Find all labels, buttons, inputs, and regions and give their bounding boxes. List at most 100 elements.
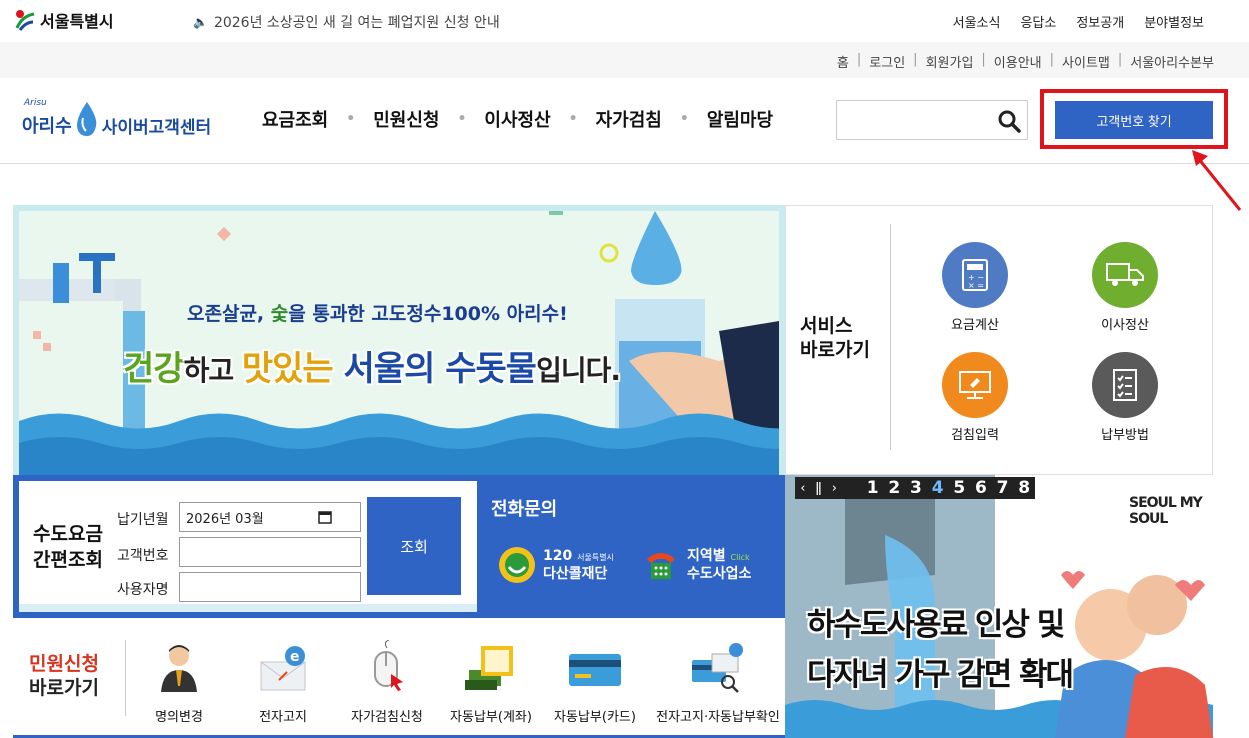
slider-controls: ‹ ǁ › 1 2 3 4 5 6 7 8 [795,477,1035,499]
slide-1[interactable]: 1 [862,478,884,498]
phone-title: 전화문의 [491,499,558,520]
utility-links: 홈 | 로그인 | 회원가입 | 이용안내 | 사이트맵 | 서울아리수본부 [836,52,1214,71]
truck-icon [1092,242,1158,308]
civil-label: 자동납부(카드) [554,710,636,725]
nav-self-reading[interactable]: 자가검침 [596,106,662,132]
slide-5[interactable]: 5 [948,478,970,498]
service-fee-calc[interactable]: + − × = 요금계산 [925,242,1025,333]
find-customer-number-button[interactable]: 고객번호 찾기 [1055,101,1213,139]
main-banner[interactable]: 오존살균, 숯을 통과한 고도정수100% 아리수! 건강하고 맛있는 서울의 … [13,205,785,475]
seoul-logo-icon [15,10,35,31]
phone-inquiry: 전화문의 120 서울특별시 다산콜재단 지역별 Click 수도사업소 [477,475,785,618]
notice-text[interactable]: 2026년 소상공인 새 길 여는 폐업지원 신청 안내 [214,12,500,32]
nav-notice-board[interactable]: 알림마당 [707,106,773,132]
slider-next-icon[interactable]: › [826,481,842,496]
promo-banner[interactable]: ‹ ǁ › 1 2 3 4 5 6 7 8 SEOUL MY SOUL 하수도사… [785,475,1213,738]
service-label: 이사정산 [1101,318,1149,333]
civil-e-notice-autopay-check[interactable]: 전자고지·자동납부확인 [653,640,783,725]
civil-request-shortcuts: 민원신청 바로가기 명의변경 e 전자고지 자가검침신청 자동납부(계좌) 자동… [13,618,785,738]
monitor-icon [942,352,1008,418]
regional-office-name: 수도사업소 [687,566,752,582]
util-link-home[interactable]: 홈 [837,52,849,71]
arisu-logo-center: 사이버고객센터 [101,118,212,138]
banner-main-part3: 맛있는 [241,349,334,389]
slide-3[interactable]: 3 [905,478,927,498]
arisu-logo-small: Arisu [24,98,47,108]
util-link-arisu-hq[interactable]: 서울아리수본부 [1130,52,1214,71]
dasan-number: 120 [543,548,573,564]
util-link-signup[interactable]: 회원가입 [926,52,974,71]
civil-label: 전자고지 [259,710,307,725]
nav-fee-inquiry[interactable]: 요금조회 [262,106,328,132]
util-link-guide[interactable]: 이용안내 [994,52,1042,71]
service-label: 납부방법 [1101,428,1149,443]
banner-main-part1: 건강 [123,349,185,389]
banner-subtitle-part3: 을 통과한 고도정수100% 아리수 [288,303,560,325]
slide-7[interactable]: 7 [992,478,1014,498]
arisu-logo[interactable]: Arisu 아리수 사이버고객센터 [22,92,211,138]
banner-main-text: 건강하고 맛있는 서울의 수돗물입니다. [123,341,621,390]
slide-2[interactable]: 2 [884,478,906,498]
utility-bar: 홈 | 로그인 | 회원가입 | 이용안내 | 사이트맵 | 서울아리수본부 [0,42,1249,78]
service-shortcuts: 서비스 바로가기 + − × = 요금계산 이사정산 검침입력 납부방법 [785,205,1213,475]
due-month-field[interactable]: 2026년 03월 [179,502,361,532]
regional-label: 지역별 [687,548,726,564]
slider-prev-icon[interactable]: ‹ [795,481,811,496]
civil-name-change[interactable]: 명의변경 [123,640,235,725]
regional-click-label: Click [730,553,750,562]
credit-card-icon [569,654,621,686]
search-icon[interactable] [997,109,1021,133]
due-month-label: 납기년월 [117,512,169,528]
util-link-sitemap[interactable]: 사이트맵 [1062,52,1110,71]
quick-fee-lookup: 수도요금 간편조회 납기년월 2026년 03월 고객번호 사용자명 조회 [13,475,477,618]
civil-label: 전자고지·자동납부확인 [656,710,780,725]
util-link-login[interactable]: 로그인 [869,52,905,71]
phone-regional-office[interactable]: 지역별 Click 수도사업소 [641,545,751,585]
banner-subtitle-part2: 숯 [270,303,289,325]
search-box [836,100,1028,140]
nav-move-settlement[interactable]: 이사정산 [484,106,550,132]
service-payment-method[interactable]: 납부방법 [1075,352,1175,443]
site-header: Arisu 아리수 사이버고객센터 요금조회 • 민원신청 • 이사정산 • 자가검침… [0,78,1249,164]
customer-number-field[interactable] [179,537,361,567]
services-title: 서비스 바로가기 [800,315,870,361]
lookup-submit-button[interactable]: 조회 [367,497,461,595]
user-name-label: 사용자명 [117,582,169,598]
search-input[interactable] [837,101,987,139]
find-customer-highlight: 고객번호 찾기 [1040,89,1228,149]
civil-label: 자동납부(계좌) [450,710,532,725]
civil-autopay-card[interactable]: 자동납부(카드) [539,640,651,725]
banner-main-part4 [333,349,344,389]
civil-label: 명의변경 [155,710,203,725]
seoul-city-logo[interactable]: 서울특별시 [14,8,114,32]
top-link-field-info[interactable]: 분야별정보 [1144,12,1204,31]
slide-8[interactable]: 8 [1013,478,1035,498]
service-reading-input[interactable]: 검침입력 [925,352,1025,443]
person-tie-icon [161,645,197,692]
notice-ticker[interactable]: 🔈 2026년 소상공인 새 길 여는 폐업지원 신청 안내 [193,12,500,32]
civil-e-notice[interactable]: e 전자고지 [227,640,339,725]
water-drop-icon [76,102,96,136]
slide-4-active[interactable]: 4 [927,478,949,498]
user-name-field[interactable] [179,572,361,602]
slider-pause-icon[interactable]: ǁ [811,481,827,496]
mouse-icon [374,639,403,691]
top-link-eungdapso[interactable]: 응답소 [1020,12,1056,31]
civil-autopay-account[interactable]: 자동납부(계좌) [435,640,547,725]
slide-6[interactable]: 6 [970,478,992,498]
civil-title: 민원신청 바로가기 [29,653,99,699]
service-move-settle[interactable]: 이사정산 [1075,242,1175,333]
telephone-icon [647,553,675,579]
top-link-seoul-news[interactable]: 서울소식 [953,12,1001,31]
banner-subtitle-part4: ! [559,303,568,325]
nav-civil-request[interactable]: 민원신청 [373,106,439,132]
banner-subtitle: 오존살균, 숯을 통과한 고도정수100% 아리수! [187,299,568,326]
civil-self-reading-request[interactable]: 자가검침신청 [331,639,443,725]
lookup-title: 수도요금 간편조회 [33,523,103,571]
top-links: 서울소식 응답소 정보공개 분야별정보 [953,12,1204,31]
calendar-icon[interactable] [318,510,332,524]
top-link-info-disclosure[interactable]: 정보공개 [1076,12,1124,31]
phone-120-dasan[interactable]: 120 서울특별시 다산콜재단 [497,545,614,585]
seoul-logo-text: 서울특별시 [40,12,114,31]
customer-number-label: 고객번호 [117,548,169,564]
